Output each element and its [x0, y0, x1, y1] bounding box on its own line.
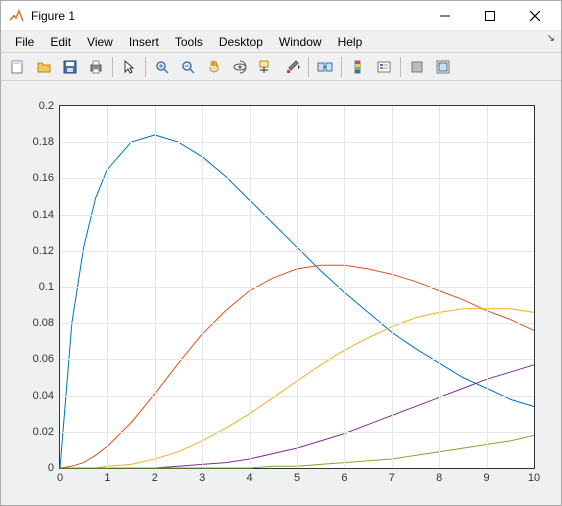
hide-plot-tools-icon[interactable] [405, 55, 429, 79]
pan-icon[interactable] [202, 55, 226, 79]
toolbar-separator [112, 57, 113, 77]
print-icon[interactable] [84, 55, 108, 79]
gridline-h [60, 178, 534, 179]
toolbar-separator [308, 57, 309, 77]
y-tick-label: 0.04 [33, 390, 54, 402]
x-tick-label: 8 [436, 472, 442, 484]
menu-window[interactable]: Window [271, 33, 330, 51]
menu-tools[interactable]: Tools [167, 33, 211, 51]
gridline-h [60, 142, 534, 143]
y-tick-label: 0.18 [33, 136, 54, 148]
link-plot-icon[interactable] [313, 55, 337, 79]
menu-insert[interactable]: Insert [121, 33, 167, 51]
matlab-figure-icon [9, 8, 25, 24]
x-tick-label: 9 [484, 472, 490, 484]
maximize-button[interactable] [467, 2, 512, 30]
dock-arrow-icon[interactable]: ↘ [547, 33, 555, 44]
insert-colorbar-icon[interactable] [346, 55, 370, 79]
new-figure-icon[interactable] [6, 55, 30, 79]
gridline-h [60, 396, 534, 397]
gridline-h [60, 432, 534, 433]
toolbar-separator [400, 57, 401, 77]
x-tick-label: 10 [528, 472, 540, 484]
y-tick-label: 0.02 [33, 426, 54, 438]
y-tick-label: 0.06 [33, 353, 54, 365]
toolbar-separator [145, 57, 146, 77]
y-tick-label: 0.16 [33, 172, 54, 184]
pointer-icon[interactable] [117, 55, 141, 79]
rotate3d-icon[interactable] [228, 55, 252, 79]
menu-edit[interactable]: Edit [42, 33, 79, 51]
x-tick-label: 1 [104, 472, 110, 484]
window-controls [422, 2, 557, 30]
gridline-h [60, 251, 534, 252]
gridline-h [60, 215, 534, 216]
y-tick-label: 0.1 [39, 281, 54, 293]
y-tick-label: 0.12 [33, 245, 54, 257]
menu-file[interactable]: File [7, 33, 42, 51]
x-tick-label: 6 [341, 472, 347, 484]
insert-legend-icon[interactable] [372, 55, 396, 79]
x-tick-label: 4 [247, 472, 253, 484]
minimize-button[interactable] [422, 2, 467, 30]
gridline-h [60, 287, 534, 288]
gridline-h [60, 359, 534, 360]
x-tick-label: 3 [199, 472, 205, 484]
x-tick-label: 2 [152, 472, 158, 484]
figure-window: Figure 1 File Edit View Insert Tools Des… [0, 0, 562, 506]
x-tick-label: 0 [57, 472, 63, 484]
zoom-out-icon[interactable] [176, 55, 200, 79]
y-tick-label: 0.08 [33, 317, 54, 329]
toolbar [1, 53, 561, 81]
plot-area: 0 1 2 3 4 5 6 7 8 9 10 0 0.02 0.04 0.06 0.08 0.1 0.12 0.14… [1, 81, 561, 505]
show-plot-tools-icon[interactable] [431, 55, 455, 79]
y-tick-label: 0 [48, 462, 54, 474]
data-cursor-icon[interactable] [254, 55, 278, 79]
window-title: Figure 1 [31, 9, 422, 23]
menu-view[interactable]: View [79, 33, 121, 51]
save-icon[interactable] [58, 55, 82, 79]
menu-bar: File Edit View Insert Tools Desktop Wind… [1, 31, 561, 53]
y-tick-label: 0.14 [33, 209, 54, 221]
menu-desktop[interactable]: Desktop [211, 33, 271, 51]
axes[interactable]: 01234567891000.020.040.060.080.10.120.14… [59, 105, 535, 469]
title-bar: Figure 1 [1, 1, 561, 31]
gridline-h [60, 323, 534, 324]
x-tick-label: 5 [294, 472, 300, 484]
open-file-icon[interactable] [32, 55, 56, 79]
menu-help[interactable]: Help [330, 33, 371, 51]
y-tick-label: 0.2 [39, 100, 54, 112]
zoom-in-icon[interactable] [150, 55, 174, 79]
close-button[interactable] [512, 2, 557, 30]
toolbar-separator [341, 57, 342, 77]
x-tick-label: 7 [389, 472, 395, 484]
brush-icon[interactable] [280, 55, 304, 79]
